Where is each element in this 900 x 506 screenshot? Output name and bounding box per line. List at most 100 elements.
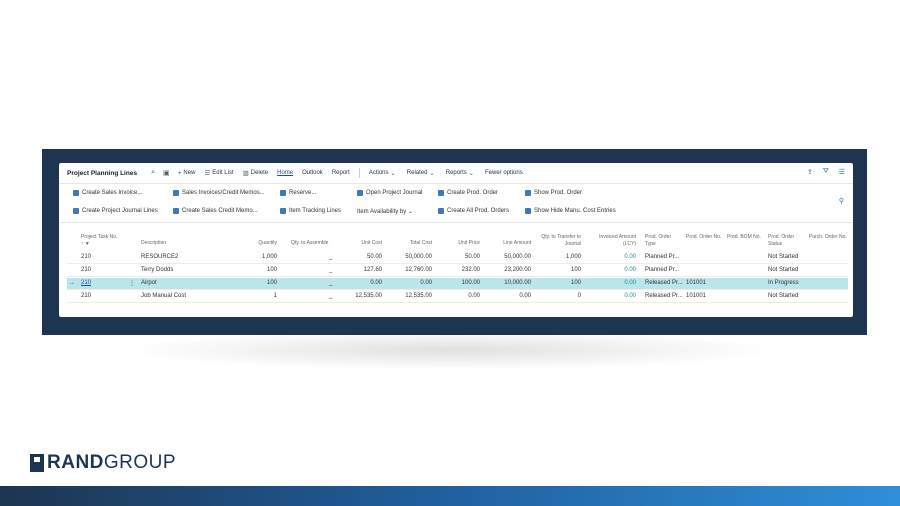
table-row-selected[interactable]: → 210 ⋮ Airpot 100 _ 0.00 0.00 100.00 10… — [67, 278, 848, 290]
cell-unit-cost: 0.00 — [370, 280, 382, 286]
cell-qty-to-assemble: _ — [329, 280, 333, 286]
cell-prod-order-status: Not Started — [768, 254, 799, 260]
col-header-invoiced-amount-lcy[interactable]: Invoiced Amount (LCY) — [589, 234, 636, 254]
cell-prod-order-type: Released Pr... — [645, 280, 683, 286]
cell-invoiced-amount: 0.00 — [624, 267, 636, 273]
cell-qty-to-transfer: 0 — [577, 293, 581, 299]
col-header-project-task-no[interactable]: Project Task No. ↑ ▼ — [81, 234, 121, 254]
cell-project-task-no: 210 — [81, 267, 92, 273]
journal-icon — [357, 190, 363, 196]
page-title: Project Planning Lines — [67, 169, 138, 177]
filter-icon: ▼ — [84, 240, 90, 247]
cell-quantity: 1 — [273, 293, 277, 299]
action-create-sales-invoice[interactable]: Create Sales Invoice... — [73, 190, 142, 196]
rand-group-logo: RANDGROUP — [30, 452, 176, 474]
cell-quantity: 100 — [266, 280, 277, 286]
action-sales-invoices-credit-memos[interactable]: Sales Invoices/Credit Memos... — [173, 190, 265, 196]
chevron-down-icon: ⌄ — [427, 170, 435, 177]
menu-actions[interactable]: Actions ⌄ — [369, 169, 398, 177]
cell-total-cost: 50,000.00 — [405, 254, 432, 260]
cell-prod-order-type: Planned Pr... — [645, 267, 680, 273]
menu-related[interactable]: Related ⌄ — [407, 169, 437, 177]
toolbar-divider — [358, 168, 360, 178]
chevron-down-icon: ⌄ — [406, 209, 413, 215]
production-order-icon — [438, 190, 444, 196]
action-open-project-journal[interactable]: Open Project Journal — [357, 190, 422, 196]
cell-description: RESOURCE2 — [141, 254, 179, 260]
menu-reports[interactable]: Reports ⌄ — [446, 169, 476, 177]
cell-prod-order-type: Planned Pr... — [645, 254, 680, 260]
action-item-tracking-lines[interactable]: Item Tracking Lines — [280, 208, 341, 214]
cell-unit-cost: 127.60 — [363, 267, 382, 273]
cell-unit-price: 0.00 — [468, 293, 480, 299]
cell-unit-cost: 12,535.00 — [355, 293, 382, 299]
cell-qty-to-assemble: _ — [329, 267, 333, 273]
col-header-prod-bom-no[interactable]: Prod. BOM No. — [727, 234, 763, 254]
edit-list-icon: ☰ — [204, 170, 211, 177]
document-icon — [173, 190, 179, 196]
cell-prod-order-no: 101001 — [686, 293, 707, 299]
view-icon — [525, 190, 531, 196]
action-create-project-journal-lines[interactable]: Create Project Journal Lines — [73, 208, 158, 214]
action-show-prod-order[interactable]: Show Prod. Order — [525, 190, 582, 196]
new-button[interactable]: + New — [178, 170, 196, 177]
tracking-icon — [280, 208, 286, 214]
pin-icon[interactable]: ⚲ — [839, 197, 844, 205]
fewer-options-button[interactable]: Fewer options — [485, 170, 523, 176]
tab-outlook[interactable]: Outlook — [302, 170, 323, 176]
footer-gradient-bar — [0, 486, 900, 506]
row-menu-icon[interactable]: ⋮ — [129, 280, 135, 287]
col-header-qty-to-transfer-to-journal[interactable]: Qty. to Transfer to Journal — [537, 234, 581, 254]
cell-invoiced-amount: 0.00 — [624, 280, 636, 286]
invoice-icon — [73, 190, 79, 196]
col-header-prod-order-type[interactable]: Prod. Order Type — [645, 234, 681, 254]
cell-quantity: 100 — [266, 267, 277, 273]
production-orders-icon — [438, 208, 444, 214]
share-icon[interactable]: ⇪ — [807, 168, 813, 176]
cell-unit-price: 100.00 — [461, 280, 480, 286]
list-view-icon[interactable]: ☰ — [839, 168, 845, 176]
tab-home[interactable]: Home — [277, 170, 293, 176]
cell-prod-order-type: Released Pr... — [645, 293, 683, 299]
project-planning-lines-panel: Project Planning Lines ⌕ ▣ + New ☰ Edit Li… — [59, 163, 853, 317]
cell-total-cost: 0.00 — [420, 280, 432, 286]
search-icon[interactable]: ⌕ — [151, 169, 155, 177]
cell-invoiced-amount: 0.00 — [624, 293, 636, 299]
col-header-purch-order-no[interactable]: Purch. Order No. — [809, 234, 849, 254]
action-item-availability-by[interactable]: Item Availability by ⌄ — [357, 208, 413, 216]
cell-description: Airpot — [141, 280, 157, 286]
cell-quantity: 1,000 — [261, 254, 277, 260]
cell-line-amount: 10,000.00 — [504, 280, 531, 286]
cost-entries-icon — [525, 208, 531, 214]
action-show-hide-manu-cost-entries[interactable]: Show Hide Manu. Cost Entries — [525, 208, 616, 214]
cell-line-amount: 50,000.00 — [504, 254, 531, 260]
filter-icon[interactable]: ⛛ — [823, 168, 829, 176]
cell-prod-order-status: Not Started — [768, 293, 799, 299]
journal-lines-icon — [73, 208, 79, 214]
col-header-prod-order-status[interactable]: Prod. Order Status — [768, 234, 804, 254]
cell-unit-price: 50.00 — [464, 254, 480, 260]
col-header-prod-order-no[interactable]: Prod. Order No. — [686, 234, 722, 254]
cell-qty-to-transfer: 100 — [570, 267, 581, 273]
tab-report[interactable]: Report — [332, 170, 350, 176]
action-reserve[interactable]: Reserve... — [280, 190, 316, 196]
cell-project-task-no[interactable]: 210 — [81, 280, 91, 286]
cell-qty-to-transfer: 100 — [570, 280, 581, 286]
cell-description: Terry Dodds — [141, 267, 174, 273]
cell-qty-to-transfer: 1,000 — [565, 254, 581, 260]
action-create-prod-order[interactable]: Create Prod. Order — [438, 190, 498, 196]
cell-unit-price: 232.00 — [461, 267, 480, 273]
table-row[interactable]: 210 Job Manual Cost 1 _ 12,535.00 12,535… — [67, 291, 848, 303]
delete-button[interactable]: ▥ Delete — [243, 169, 269, 177]
action-create-sales-credit-memo[interactable]: Create Sales Credit Memo... — [173, 208, 258, 214]
table-row[interactable]: 210 Terry Dodds 100 _ 127.60 12,760.00 2… — [67, 265, 848, 277]
action-create-all-prod-orders[interactable]: Create All Prod. Orders — [438, 208, 509, 214]
reserve-icon — [280, 190, 286, 196]
table-row[interactable]: 210 RESOURCE2 1,000 _ 50.00 50,000.00 50… — [67, 252, 848, 264]
cell-project-task-no: 210 — [81, 293, 92, 299]
cell-description: Job Manual Cost — [141, 293, 187, 299]
chevron-down-icon: ⌄ — [466, 170, 475, 177]
open-in-new-window-icon[interactable]: ▣ — [163, 169, 170, 177]
credit-memo-icon — [173, 208, 179, 214]
edit-list-button[interactable]: ☰ Edit List — [204, 169, 233, 177]
